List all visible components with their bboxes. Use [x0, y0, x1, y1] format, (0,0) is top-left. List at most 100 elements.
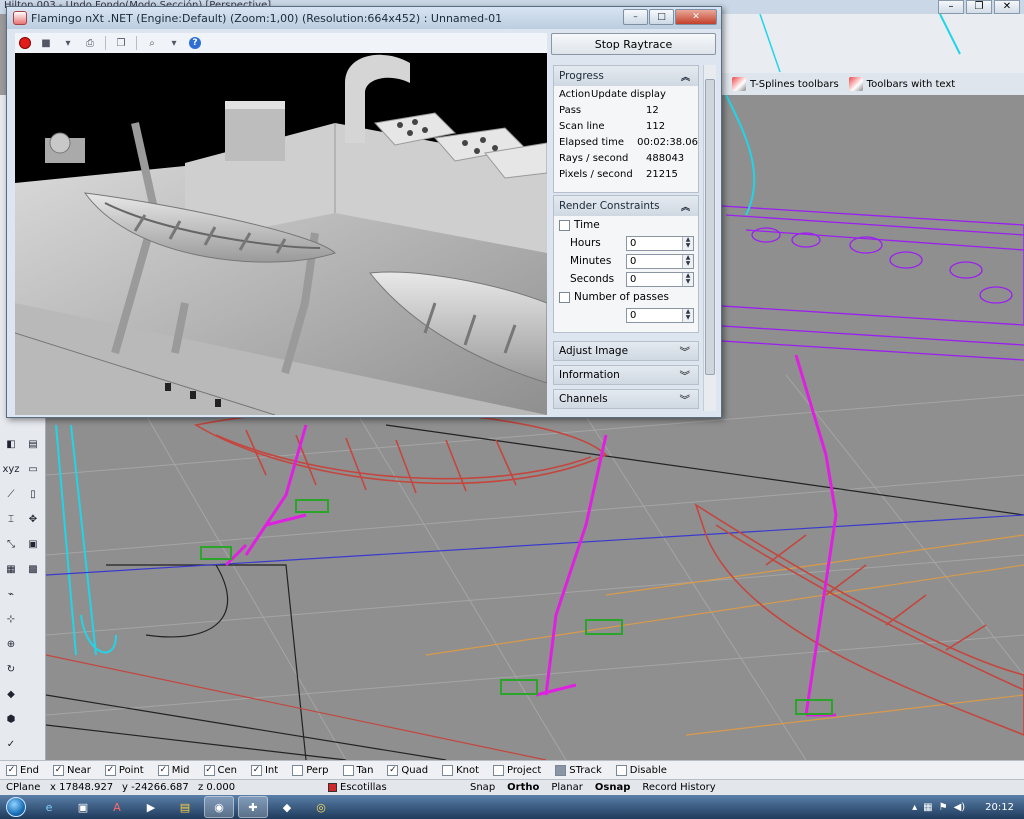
scrollbar-thumb[interactable]	[705, 79, 715, 375]
color-tool-icon[interactable]: ◆	[2, 685, 20, 703]
print-icon[interactable]: ⎙	[83, 36, 97, 50]
close-icon[interactable]: ✕	[675, 9, 717, 25]
minutes-spinner[interactable]: 0 ▲ ▼	[626, 253, 694, 269]
passes-checkbox-row[interactable]: Number of passes	[554, 288, 698, 306]
move-tool-icon[interactable]: ✥	[24, 510, 42, 528]
zoom-dropdown-icon[interactable]: ▾	[167, 36, 181, 50]
planar-button[interactable]: Planar	[545, 782, 589, 793]
array-tool-icon[interactable]: ▦	[2, 560, 20, 578]
hours-value[interactable]: 0	[627, 238, 682, 249]
start-button[interactable]	[0, 795, 32, 819]
minimize-icon[interactable]: –	[938, 0, 964, 14]
channels-section[interactable]: Channels ︾	[553, 389, 699, 409]
network-icon[interactable]: ▦	[923, 802, 932, 813]
tab-tsplines[interactable]: T-Splines toolbars	[732, 77, 839, 91]
osnap-int[interactable]: ✓ Int	[250, 764, 278, 776]
xyz-tool-icon[interactable]: xyz	[2, 460, 20, 478]
minutes-value[interactable]: 0	[627, 256, 682, 267]
osnap-perp[interactable]: Perp	[292, 764, 329, 776]
osnap-near[interactable]: ✓ Near	[53, 764, 91, 776]
cube-tool-icon[interactable]: ⬢	[2, 710, 20, 728]
record-history-button[interactable]: Record History	[636, 782, 721, 793]
tray-arrow-icon[interactable]: ▴	[912, 802, 917, 813]
check-tool-icon[interactable]: ✓	[2, 735, 20, 753]
osnap-quad[interactable]: ✓ Quad	[387, 764, 428, 776]
curve-tool-icon[interactable]: ⟋	[2, 485, 20, 503]
flag-icon[interactable]: ⚑	[939, 802, 948, 813]
app2-icon[interactable]: ✚	[238, 796, 268, 818]
time-checkbox[interactable]	[559, 219, 570, 231]
surface-tool-icon[interactable]: ▤	[24, 435, 42, 453]
time-checkbox-row[interactable]: Time	[554, 216, 698, 234]
chrome-icon[interactable]: ◎	[306, 796, 336, 818]
close-icon[interactable]: ✕	[994, 0, 1020, 14]
ie-icon[interactable]: e	[34, 796, 64, 818]
osnap-checkbox[interactable]	[342, 764, 354, 776]
panel-scrollbar[interactable]	[703, 65, 716, 411]
seconds-value[interactable]: 0	[627, 274, 682, 285]
maximize-icon[interactable]: □	[649, 9, 674, 25]
passes-checkbox[interactable]	[559, 291, 570, 303]
explorer-icon[interactable]: ▣	[68, 796, 98, 818]
osnap-point[interactable]: ✓ Point	[104, 764, 144, 776]
osnap-strack[interactable]: STrack	[555, 764, 602, 776]
trim-tool-icon[interactable]: ⌶	[2, 510, 20, 528]
spinner-arrows-icon[interactable]: ▲ ▼	[682, 254, 693, 268]
flamingo-title-bar[interactable]: Flamingo nXt .NET (Engine:Default) (Zoom…	[7, 7, 721, 29]
osnap-knot[interactable]: Knot	[442, 764, 479, 776]
folder-icon[interactable]: ▤	[170, 796, 200, 818]
layer-indicator[interactable]: Escotillas	[322, 782, 464, 793]
osnap-checkbox[interactable]: ✓	[203, 764, 215, 776]
help-icon[interactable]: ?	[189, 37, 201, 49]
osnap-tan[interactable]: Tan	[342, 764, 373, 776]
point-tool-icon[interactable]: ⊕	[2, 635, 20, 653]
app-icon[interactable]: ◉	[204, 796, 234, 818]
dropdown-icon[interactable]: ▾	[61, 36, 75, 50]
osnap-checkbox[interactable]	[493, 764, 505, 776]
spinner-arrows-icon[interactable]: ▲ ▼	[682, 308, 693, 322]
osnap-checkbox[interactable]	[615, 764, 627, 776]
osnap-project[interactable]: Project	[493, 764, 541, 776]
rotate-tool-icon[interactable]: ↻	[2, 660, 20, 678]
osnap-cen[interactable]: ✓ Cen	[203, 764, 237, 776]
media-icon[interactable]: ▶	[136, 796, 166, 818]
copy-icon[interactable]: ❐	[114, 36, 128, 50]
osnap-button[interactable]: Osnap	[589, 782, 636, 793]
dim-tool-icon[interactable]: ⊹	[2, 610, 20, 628]
clock[interactable]: 20:12	[985, 802, 1014, 813]
spinner-arrows-icon[interactable]: ▲ ▼	[682, 272, 693, 286]
scale-tool-icon[interactable]: ⤡	[2, 535, 20, 553]
osnap-disable[interactable]: Disable	[615, 764, 667, 776]
restore-icon[interactable]: ❐	[966, 0, 992, 14]
osnap-checkbox[interactable]: ✓	[157, 764, 169, 776]
seconds-spinner[interactable]: 0 ▲ ▼	[626, 271, 694, 287]
osnap-checkbox[interactable]: ✓	[250, 764, 262, 776]
spinner-arrows-icon[interactable]: ▲ ▼	[682, 236, 693, 250]
osnap-checkbox[interactable]	[555, 764, 567, 776]
passes-spinner[interactable]: 0 ▲ ▼	[626, 307, 694, 323]
box-tool-icon[interactable]: ◧	[2, 435, 20, 453]
acrobat-icon[interactable]: A	[102, 796, 132, 818]
progress-header[interactable]: Progress ︽	[554, 66, 698, 86]
record-icon[interactable]	[19, 37, 31, 49]
stop-icon[interactable]: ■	[39, 36, 53, 50]
information-section[interactable]: Information ︾	[553, 365, 699, 385]
render-tool-icon[interactable]: ▩	[24, 560, 42, 578]
osnap-mid[interactable]: ✓ Mid	[157, 764, 190, 776]
passes-value[interactable]: 0	[627, 310, 682, 321]
hours-spinner[interactable]: 0 ▲ ▼	[626, 235, 694, 251]
rhino-icon[interactable]: ◆	[272, 796, 302, 818]
osnap-checkbox[interactable]: ✓	[387, 764, 399, 776]
minimize-icon[interactable]: –	[623, 9, 648, 25]
zoom-icon[interactable]: ⌕	[145, 36, 159, 50]
cplane-label[interactable]: CPlane	[0, 782, 44, 793]
osnap-checkbox[interactable]: ✓	[53, 764, 65, 776]
tab-toolbars-text[interactable]: Toolbars with text	[848, 77, 955, 91]
plane-tool-icon[interactable]: ▭	[24, 460, 42, 478]
osnap-checkbox[interactable]	[292, 764, 304, 776]
stop-raytrace-button[interactable]: Stop Raytrace	[551, 33, 716, 55]
adjust-image-section[interactable]: Adjust Image ︾	[553, 341, 699, 361]
shade-tool-icon[interactable]: ▣	[24, 535, 42, 553]
ortho-button[interactable]: Ortho	[501, 782, 545, 793]
render-constraints-header[interactable]: Render Constraints ︽	[554, 196, 698, 216]
